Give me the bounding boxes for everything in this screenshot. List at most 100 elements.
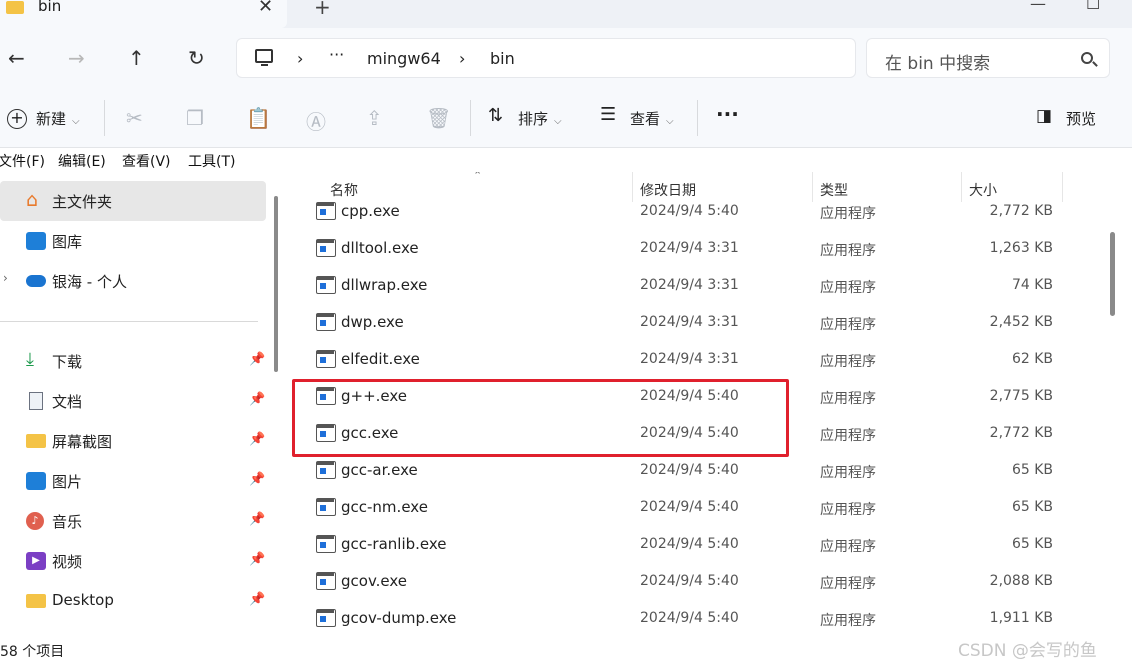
- home-icon: ⌂: [26, 189, 39, 211]
- file-row[interactable]: cpp.exe 2024/9/4 5:40 应用程序 2,772 KB: [287, 193, 1109, 230]
- view-icon[interactable]: ☰: [600, 104, 616, 125]
- up-button[interactable]: ↑: [128, 46, 145, 70]
- this-pc-icon[interactable]: [255, 49, 273, 66]
- file-type: 应用程序: [820, 317, 876, 333]
- toolbar-divider: [104, 100, 105, 136]
- view-button[interactable]: 查看 ⌵: [630, 108, 674, 129]
- search-input[interactable]: 在 bin 中搜索: [866, 38, 1110, 78]
- file-type: 应用程序: [820, 613, 876, 629]
- file-name: dlltool.exe: [341, 239, 419, 257]
- navigation-pane: ⌂ 主文件夹 图库 › 银海 - 个人 ⤓ 下载 📌 文档 📌 屏幕截图 📌 图…: [0, 172, 287, 636]
- file-row[interactable]: dllwrap.exe 2024/9/4 3:31 应用程序 74 KB: [287, 267, 1109, 304]
- more-options-icon[interactable]: ···: [716, 102, 739, 126]
- toolbar-divider: [470, 100, 471, 136]
- sidebar-item-music[interactable]: ♪ 音乐 📌: [0, 501, 266, 541]
- forward-button[interactable]: →: [68, 46, 85, 70]
- executable-file-icon: [316, 572, 336, 590]
- file-type: 应用程序: [820, 354, 876, 370]
- file-date: 2024/9/4 5:40: [640, 499, 739, 515]
- preview-button[interactable]: 预览: [1066, 108, 1096, 129]
- address-bar[interactable]: › ··· mingw64 › bin: [236, 38, 856, 78]
- sidebar-item-label: 图片: [52, 473, 83, 491]
- pin-icon[interactable]: 📌: [249, 392, 265, 407]
- menu-edit[interactable]: 编辑(E): [58, 151, 106, 171]
- menu-bar: 文件(F) 编辑(E) 查看(V) 工具(T): [0, 148, 1132, 172]
- refresh-button[interactable]: ↻: [188, 46, 205, 70]
- file-size: 74 KB: [1011, 277, 1053, 293]
- breadcrumb-mingw64[interactable]: mingw64: [367, 49, 441, 68]
- pin-icon[interactable]: 📌: [249, 472, 265, 487]
- menu-file[interactable]: 文件(F): [0, 151, 45, 171]
- pin-icon[interactable]: 📌: [249, 552, 265, 567]
- breadcrumb-separator[interactable]: ›: [459, 49, 465, 68]
- breadcrumb-overflow[interactable]: ···: [329, 45, 344, 64]
- sidebar-item-label: 主文件夹: [52, 193, 113, 211]
- close-tab-icon[interactable]: ✕: [258, 0, 273, 17]
- onedrive-cloud-icon: [26, 275, 46, 287]
- sidebar-item-onedrive[interactable]: › 银海 - 个人: [0, 261, 266, 301]
- pin-icon[interactable]: 📌: [249, 432, 265, 447]
- new-label: 新建: [36, 110, 67, 128]
- folder-icon: [26, 594, 46, 608]
- file-row[interactable]: elfedit.exe 2024/9/4 3:31 应用程序 62 KB: [287, 341, 1109, 378]
- cut-icon[interactable]: ✂: [126, 106, 143, 130]
- file-row[interactable]: gcc-ar.exe 2024/9/4 5:40 应用程序 65 KB: [287, 452, 1109, 489]
- breadcrumb-bin[interactable]: bin: [490, 49, 515, 68]
- sort-button[interactable]: 排序 ⌵: [518, 108, 562, 129]
- preview-pane-icon[interactable]: ◨: [1036, 106, 1052, 126]
- file-row[interactable]: gcc-nm.exe 2024/9/4 5:40 应用程序 65 KB: [287, 489, 1109, 526]
- sidebar-item-pictures[interactable]: 图片 📌: [0, 461, 266, 501]
- executable-file-icon: [316, 461, 336, 479]
- sidebar-item-label: Desktop: [52, 591, 114, 609]
- file-row[interactable]: dwp.exe 2024/9/4 3:31 应用程序 2,452 KB: [287, 304, 1109, 341]
- breadcrumb-separator[interactable]: ›: [297, 49, 303, 68]
- file-type: 应用程序: [820, 465, 876, 481]
- sort-icon[interactable]: ⇅: [488, 105, 503, 126]
- minimize-icon[interactable]: —: [1030, 0, 1046, 13]
- file-date: 2024/9/4 5:40: [640, 573, 739, 589]
- pin-icon[interactable]: 📌: [249, 592, 265, 607]
- sidebar-item-home[interactable]: ⌂ 主文件夹: [0, 181, 266, 221]
- file-size: 1,263 KB: [989, 240, 1053, 256]
- tab-bin[interactable]: bin ✕: [0, 0, 287, 28]
- sidebar-item-gallery[interactable]: 图库: [0, 221, 266, 261]
- back-button[interactable]: ←: [8, 46, 25, 70]
- sidebar-item-screenshots[interactable]: 屏幕截图 📌: [0, 421, 266, 461]
- file-row[interactable]: gcov-dump.exe 2024/9/4 5:40 应用程序 1,911 KB: [287, 600, 1109, 636]
- sidebar-item-downloads[interactable]: ⤓ 下载 📌: [0, 341, 266, 381]
- pin-icon[interactable]: 📌: [249, 352, 265, 367]
- document-icon: [29, 392, 43, 410]
- sidebar-item-documents[interactable]: 文档 📌: [0, 381, 266, 421]
- file-row[interactable]: dlltool.exe 2024/9/4 3:31 应用程序 1,263 KB: [287, 230, 1109, 267]
- file-list-scrollbar[interactable]: [1110, 232, 1115, 316]
- sidebar-item-videos[interactable]: ▶ 视频 📌: [0, 541, 266, 581]
- copy-icon[interactable]: ❐: [186, 106, 204, 130]
- file-date: 2024/9/4 5:40: [640, 203, 739, 219]
- folder-icon: [6, 1, 24, 14]
- sidebar-item-label: 视频: [52, 553, 83, 571]
- command-toolbar: + 新建 ⌵ ✂ ❐ 📋 Ⓐ ⇪ 🗑 ⇅ 排序 ⌵ ☰ 查看 ⌵ ··· ◨ 预览: [0, 90, 1132, 148]
- executable-file-icon: [316, 313, 336, 331]
- paste-icon[interactable]: 📋: [246, 106, 271, 130]
- rename-icon[interactable]: Ⓐ: [306, 106, 326, 135]
- pin-icon[interactable]: 📌: [249, 512, 265, 527]
- menu-tools[interactable]: 工具(T): [188, 151, 235, 171]
- menu-view[interactable]: 查看(V): [122, 151, 171, 171]
- file-date: 2024/9/4 3:31: [640, 351, 739, 367]
- file-size: 2,775 KB: [989, 388, 1053, 404]
- file-row[interactable]: gcov.exe 2024/9/4 5:40 应用程序 2,088 KB: [287, 563, 1109, 600]
- chevron-right-icon[interactable]: ›: [3, 271, 8, 285]
- new-button[interactable]: 新建 ⌵: [36, 108, 80, 129]
- view-label: 查看: [630, 110, 661, 128]
- file-row[interactable]: gcc-ranlib.exe 2024/9/4 5:40 应用程序 65 KB: [287, 526, 1109, 563]
- tab-title: bin: [38, 0, 62, 15]
- sidebar-item-desktop[interactable]: Desktop 📌: [0, 581, 266, 621]
- new-icon[interactable]: +: [7, 109, 27, 129]
- maximize-icon[interactable]: ☐: [1086, 0, 1100, 13]
- delete-icon[interactable]: 🗑: [426, 106, 451, 130]
- new-tab-button[interactable]: +: [314, 0, 331, 19]
- file-type: 应用程序: [820, 243, 876, 259]
- search-placeholder: 在 bin 中搜索: [885, 54, 991, 74]
- share-icon[interactable]: ⇪: [366, 106, 383, 130]
- sidebar-scrollbar[interactable]: [274, 196, 278, 372]
